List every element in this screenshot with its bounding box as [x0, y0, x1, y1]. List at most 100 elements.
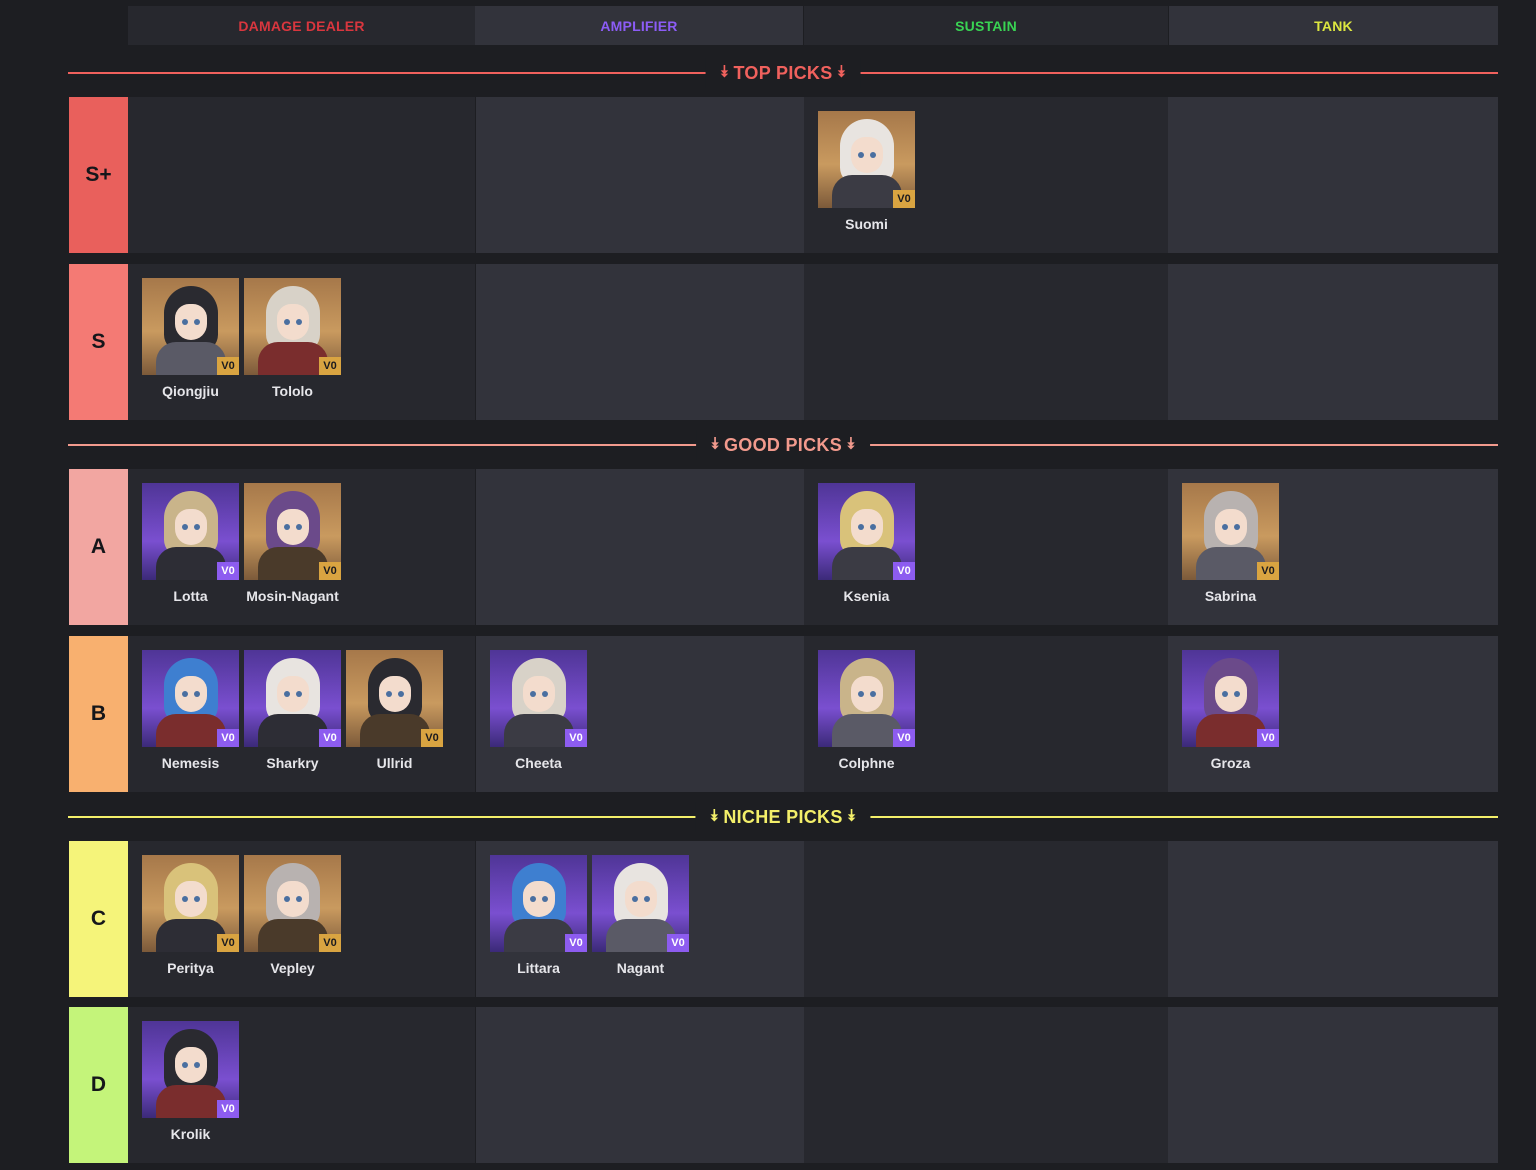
tier-cell	[1168, 264, 1498, 420]
character-portrait: V0	[818, 111, 915, 208]
role-column-headers: DAMAGE DEALER AMPLIFIER SUSTAIN TANK	[128, 6, 1498, 45]
section-label: TOP PICKS	[733, 62, 833, 83]
character-card[interactable]: V0 Peritya	[142, 855, 239, 976]
double-chevron-down-icon: ⯯	[709, 808, 720, 825]
character-portrait: V0	[1182, 650, 1279, 747]
character-name: Vepley	[270, 960, 315, 976]
character-name: Nagant	[616, 960, 665, 976]
character-list: V0 Cheeta	[490, 650, 587, 771]
column-header-sustain[interactable]: SUSTAIN	[804, 6, 1168, 45]
rarity-badge: V0	[319, 729, 341, 747]
double-chevron-down-icon: ⯯	[836, 64, 847, 81]
character-list: V0 Sabrina	[1182, 483, 1279, 604]
double-chevron-down-icon: ⯯	[719, 64, 730, 81]
tier-cell	[476, 469, 804, 625]
column-header-amplifier[interactable]: AMPLIFIER	[475, 6, 803, 45]
rarity-badge: V0	[217, 562, 239, 580]
character-name: Mosin-Nagant	[246, 588, 339, 604]
tier-cell: V0 Ksenia	[804, 469, 1168, 625]
double-chevron-down-icon: ⯯	[710, 436, 720, 453]
character-name: Sabrina	[1204, 588, 1257, 604]
character-name: Tololo	[272, 383, 313, 399]
character-card[interactable]: V0 Suomi	[818, 111, 915, 232]
tier-cell	[804, 841, 1168, 997]
character-card[interactable]: V0 Qiongjiu	[142, 278, 239, 399]
column-header-tank[interactable]: TANK	[1169, 6, 1498, 45]
character-name: Cheeta	[515, 755, 562, 771]
character-name: Suomi	[845, 216, 888, 232]
character-card[interactable]: V0 Colphne	[818, 650, 915, 771]
character-name: Sharkry	[266, 755, 319, 771]
section-label: NICHE PICKS	[723, 806, 843, 827]
column-header-damage-dealer[interactable]: DAMAGE DEALER	[128, 6, 475, 45]
character-portrait: V0	[142, 650, 239, 747]
tier-label: B	[69, 636, 128, 792]
character-portrait: V0	[142, 483, 239, 580]
tier-cell: V0 Sabrina	[1168, 469, 1498, 625]
section-title-top-picks: ⯯ TOP PICKS ⯯	[705, 58, 861, 88]
character-card[interactable]: V0 Krolik	[142, 1021, 239, 1142]
character-list: V0 Nemesis V0 Sharkry V0 Ullrid	[142, 650, 443, 771]
tier-label: C	[69, 841, 128, 997]
character-list: V0 Lotta V0 Mosin-Nagant	[142, 483, 341, 604]
character-portrait: V0	[818, 650, 915, 747]
tier-label: S+	[69, 97, 128, 253]
character-name: Ksenia	[843, 588, 890, 604]
character-portrait: V0	[244, 855, 341, 952]
character-card[interactable]: V0 Lotta	[142, 483, 239, 604]
tier-cell	[476, 1007, 804, 1163]
character-card[interactable]: V0 Nagant	[592, 855, 689, 976]
tier-list-page: DAMAGE DEALER AMPLIFIER SUSTAIN TANK ⯯ T…	[0, 0, 1536, 1170]
character-portrait: V0	[142, 855, 239, 952]
character-card[interactable]: V0 Littara	[490, 855, 587, 976]
tier-row-s-plus: S+ V0 Suomi	[68, 97, 1498, 253]
character-portrait: V0	[490, 650, 587, 747]
character-portrait: V0	[346, 650, 443, 747]
character-card[interactable]: V0 Nemesis	[142, 650, 239, 771]
rarity-badge: V0	[217, 729, 239, 747]
character-card[interactable]: V0 Mosin-Nagant	[244, 483, 341, 604]
character-portrait: V0	[1182, 483, 1279, 580]
rarity-badge: V0	[893, 729, 915, 747]
rarity-badge: V0	[421, 729, 443, 747]
tier-label: D	[69, 1007, 128, 1163]
character-list: V0 Ksenia	[818, 483, 915, 604]
character-card[interactable]: V0 Cheeta	[490, 650, 587, 771]
rarity-badge: V0	[319, 357, 341, 375]
rarity-badge: V0	[667, 934, 689, 952]
character-name: Ullrid	[376, 755, 413, 771]
character-card[interactable]: V0 Ksenia	[818, 483, 915, 604]
tier-cell	[476, 97, 804, 253]
character-card[interactable]: V0 Groza	[1182, 650, 1279, 771]
character-card[interactable]: V0 Sabrina	[1182, 483, 1279, 604]
tier-cell: V0 Cheeta	[476, 636, 804, 792]
rarity-badge: V0	[217, 934, 239, 952]
rarity-badge: V0	[319, 934, 341, 952]
double-chevron-down-icon: ⯯	[846, 436, 856, 453]
tier-cell: V0 Suomi	[804, 97, 1168, 253]
character-name: Nemesis	[161, 755, 220, 771]
character-card[interactable]: V0 Tololo	[244, 278, 341, 399]
section-label: GOOD PICKS	[723, 434, 843, 455]
character-list: V0 Suomi	[818, 111, 915, 232]
character-portrait: V0	[244, 278, 341, 375]
character-list: V0 Qiongjiu V0 Tololo	[142, 278, 341, 399]
character-name: Groza	[1210, 755, 1251, 771]
character-card[interactable]: V0 Vepley	[244, 855, 341, 976]
tier-row-b: B V0 Nemesis V0 Sharkry V0 Ullrid V0 Cheeta V0 Col…	[68, 636, 1498, 792]
tier-cell	[1168, 1007, 1498, 1163]
tier-cell	[1168, 97, 1498, 253]
tier-cell: V0 Littara V0 Nagant	[476, 841, 804, 997]
character-name: Qiongjiu	[162, 383, 219, 399]
character-portrait: V0	[244, 650, 341, 747]
rarity-badge: V0	[565, 934, 587, 952]
tier-cell: V0 Qiongjiu V0 Tololo	[128, 264, 475, 420]
character-name: Lotta	[173, 588, 208, 604]
tier-cell	[476, 264, 804, 420]
character-portrait: V0	[490, 855, 587, 952]
section-divider-niche-picks: ⯯ NICHE PICKS ⯯	[68, 802, 1498, 832]
character-card[interactable]: V0 Sharkry	[244, 650, 341, 771]
tier-label: A	[69, 469, 128, 625]
character-card[interactable]: V0 Ullrid	[346, 650, 443, 771]
tier-cell	[128, 97, 475, 253]
